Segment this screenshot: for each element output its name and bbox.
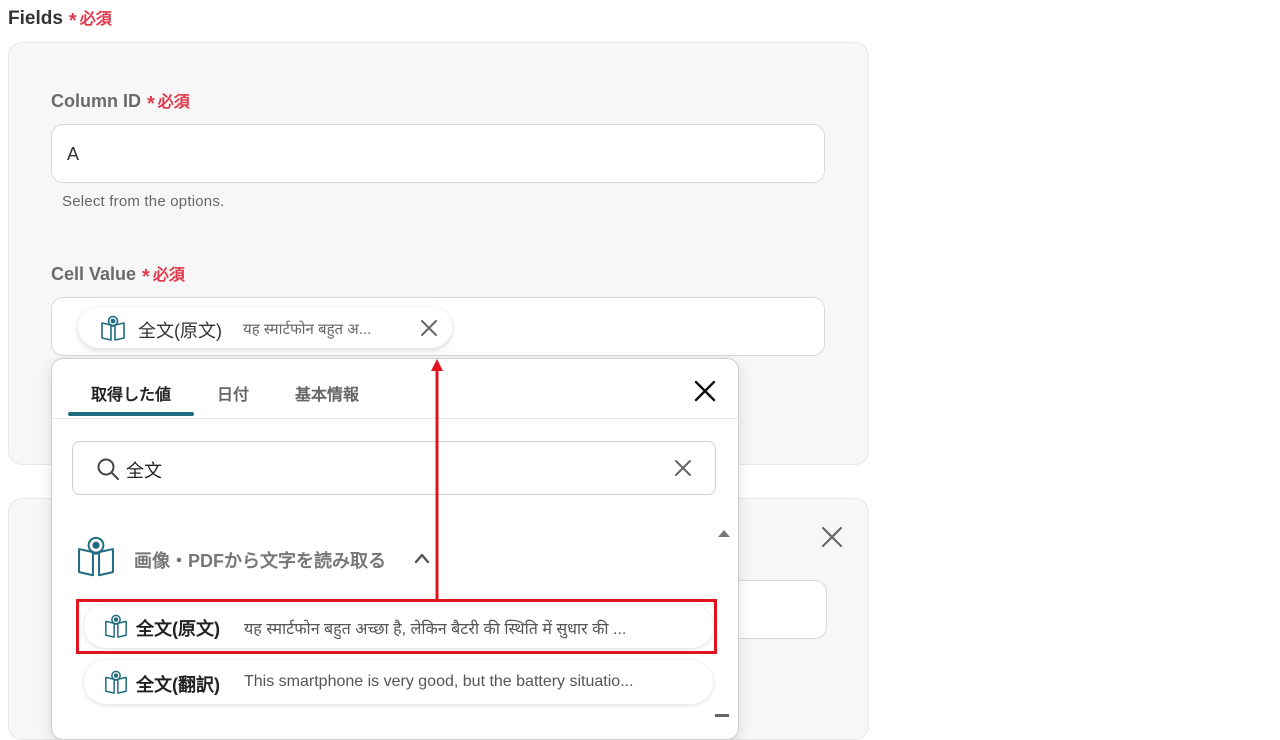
option-value: This smartphone is very good, but the ba…	[244, 673, 634, 690]
chip-value: यह स्मार्टफोन बहुत अ...	[243, 321, 372, 338]
required-badge: * 必須	[68, 10, 112, 32]
chevron-up-icon[interactable]	[414, 551, 430, 569]
tabs-divider	[52, 418, 738, 419]
tab-date[interactable]: 日付	[217, 381, 249, 405]
cell-value-chip[interactable]: 全文(原文) यह स्मार्टफोन बहुत अ...	[78, 307, 452, 348]
close-icon[interactable]	[694, 380, 716, 407]
option-name: 全文(翻訳)	[136, 675, 220, 695]
active-tab-indicator	[68, 412, 194, 416]
column-id-value: A	[67, 144, 80, 164]
required-badge: * 必須	[142, 266, 185, 288]
tab-acquired-values[interactable]: 取得した値	[91, 381, 171, 405]
tab-basic-info[interactable]: 基本情報	[295, 381, 359, 405]
close-icon[interactable]	[820, 525, 844, 554]
chip-name: 全文(原文)	[138, 321, 222, 341]
clear-search-icon[interactable]	[674, 459, 692, 482]
search-value: 全文	[126, 461, 162, 481]
scroll-up-icon[interactable]	[717, 525, 731, 543]
book-eye-icon	[104, 670, 128, 699]
search-icon	[96, 457, 120, 486]
search-input[interactable]: 全文	[72, 441, 716, 495]
column-id-input[interactable]: A	[51, 124, 825, 183]
chip-close-icon[interactable]	[420, 319, 438, 342]
book-eye-icon	[100, 315, 126, 346]
list-item[interactable]: 全文(翻訳) This smartphone is very good, but…	[84, 660, 713, 704]
cell-value-label: Cell Value * 必須	[51, 264, 185, 288]
column-id-helper: Select from the options.	[62, 193, 225, 210]
fields-title-text: Fields	[8, 8, 63, 29]
annotation-arrow-icon	[430, 359, 444, 606]
annotation-highlight-box	[76, 599, 717, 654]
group-label: 画像・PDFから文字を読み取る	[134, 551, 386, 571]
column-id-label: Column ID * 必須	[51, 91, 190, 115]
value-picker-popup: 取得した値 日付 基本情報 全文 画像・PDFから文字を読み取る 全文(原文) …	[51, 358, 739, 740]
book-eye-icon	[76, 535, 116, 582]
fields-title: Fields * 必須	[8, 5, 112, 33]
required-badge: * 必須	[147, 93, 190, 115]
